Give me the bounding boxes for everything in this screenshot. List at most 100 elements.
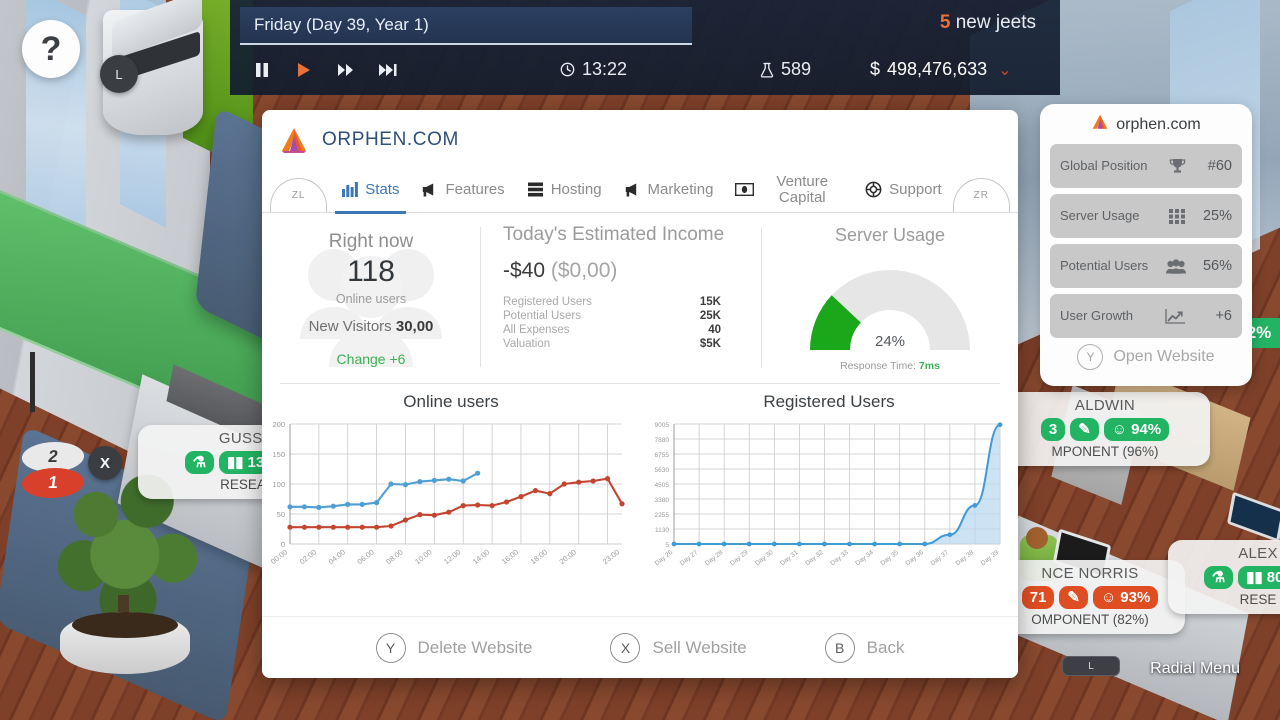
action-label: Back [866,637,905,657]
svg-text:14:00: 14:00 [471,547,491,566]
employee-task: OMPONENT (82%) [1031,612,1149,627]
svg-text:10:00: 10:00 [413,547,433,566]
response-time-value: 7ms [918,360,940,372]
svg-text:100: 100 [272,480,285,489]
svg-text:150: 150 [272,450,285,459]
svg-text:Day 33: Day 33 [829,549,850,567]
currency-symbol: $ [870,59,881,79]
card-row-server-usage: Server Usage 25% [1050,194,1242,238]
card-row-potential-users: Potential Users 56% [1050,244,1242,288]
open-website-button[interactable]: Y Open Website [1050,344,1242,370]
tab-label: Hosting [550,181,602,198]
tab-hosting[interactable]: Hosting [516,167,613,213]
sell-website-button[interactable]: X Sell Website [610,632,747,663]
panel-actions: Y Delete Website X Sell Website B Back [262,616,1018,678]
employee-task: RESE [1239,592,1277,607]
mood-pill: ☺ 93% [1092,586,1159,609]
edit-pill[interactable]: ✎ [1070,418,1099,441]
level-pill: 3 [1040,418,1066,441]
card-row-global-position: Global Position #60 [1050,144,1242,188]
tab-venture-capital[interactable]: Venture Capital [724,167,854,213]
income-amount-secondary: ($0,00) [550,258,618,282]
money-stat[interactable]: $ 498,476,633 ⌄ [870,59,1012,80]
research-pill: ⚗ [1203,566,1234,589]
shoulder-button-zl[interactable]: ZL [270,178,328,212]
x-button-badge[interactable]: X [88,446,122,480]
employee-card[interactable]: NCE NORRIS 71 ✎ ☺ 93% OMPONENT (82%) [995,560,1185,634]
button-key-y: Y [375,632,406,663]
play-button[interactable] [290,56,318,84]
svg-text:Day 34: Day 34 [854,549,875,567]
tab-marketing[interactable]: Marketing [613,167,725,213]
table-row: All Expenses 40 [503,323,743,337]
employee-name: NCE NORRIS [1041,565,1139,582]
employee-card[interactable]: ALEX ⚗ ▮▮ 80/15 RESE [1168,540,1280,614]
card-title: orphen.com [1116,115,1201,133]
speed-controls[interactable] [248,56,402,84]
chevron-down-icon[interactable]: ⌄ [998,60,1011,80]
online-users-label: Online users [335,292,407,306]
svg-text:Day 32: Day 32 [804,549,825,567]
tab-stats[interactable]: Stats [331,167,410,214]
skip-button[interactable] [374,56,402,84]
svg-text:Day 36: Day 36 [904,549,925,567]
fast-forward-button[interactable] [332,56,360,84]
card-header: orphen.com [1050,114,1242,135]
summary-row: Right now 118 Online users New Visitors … [262,213,1018,381]
back-button[interactable]: B Back [824,632,905,663]
table-row: Valuation $5K [503,337,743,351]
plant-soil [72,612,178,638]
row-value: #60 [1207,158,1232,174]
svg-text:20:00: 20:00 [558,547,578,566]
trend-up-icon [1165,308,1186,324]
new-jeets-indicator[interactable]: 5 new jeets [940,12,1036,34]
employee-card[interactable]: ALDWIN 3 ✎ ☺ 94% MPONENT (96%) [1000,392,1210,466]
server-usage-percent: 24% [874,333,906,350]
svg-text:Day 35: Day 35 [879,549,900,567]
row-label: Global Position [1060,158,1148,174]
row-label: Server Usage [1060,208,1140,224]
tab-features[interactable]: Features [410,167,515,213]
grid-dots-icon [1169,208,1186,224]
row-label: User Growth [1060,308,1133,324]
flask-icon: ⚗ [192,454,207,471]
svg-text:7880: 7880 [655,437,670,444]
shoulder-button-zr[interactable]: ZR [952,178,1010,212]
registered-users-chart: Registered Users 5 1130 2255 3380 4505 5630 67… [640,392,1018,598]
svg-text:9005: 9005 [655,422,670,429]
svg-text:1130: 1130 [655,527,669,534]
new-visitors-label: New Visitors [308,318,392,335]
row-value: $5K [699,337,721,350]
action-label: Delete Website [417,637,533,657]
smiley-icon: ☺ [1111,421,1128,438]
chart-canvas: 05010015020000:00 02:00 04:00 06:00 08:00 10:… [269,420,625,566]
employee-task: MPONENT (96%) [1051,444,1159,459]
radial-menu-key[interactable]: L [1062,656,1120,676]
action-label: Sell Website [652,637,747,657]
new-jeets-count: 5 [939,12,951,33]
help-icon[interactable]: ? [22,20,80,78]
row-value: 15K [699,295,721,308]
pause-button[interactable] [248,56,276,84]
row-value: 40 [708,323,721,336]
tab-bar: ZL Stats Features Hosting Marketing Vent… [262,167,1018,214]
trophy-icon [1169,158,1186,174]
online-users-chart: Online users 0 50 100 150 200 00:00 02:00 04:00… [262,392,640,598]
edit-pill[interactable]: ✎ [1059,586,1088,609]
l-button-badge[interactable]: L [100,55,138,93]
progress-pill: ▮▮ 80/15 [1238,566,1280,589]
mood-value: 93% [1120,589,1151,606]
level-value: 3 [1048,421,1058,438]
progress-value: 80/15 [1266,569,1280,586]
income-title: Today's Estimated Income [503,224,725,245]
delete-website-button[interactable]: Y Delete Website [375,632,533,663]
income-amount-row: -$40 ($0,00) [503,259,743,283]
tab-support[interactable]: Support [854,167,953,213]
svg-text:04:00: 04:00 [327,547,347,566]
right-now-label: Right now [328,231,414,252]
tab-label: Stats [365,181,400,198]
server-usage-title: Server Usage [834,225,946,245]
row-label: Potential Users [503,309,581,322]
flask-icon: ⚗ [1211,569,1226,586]
users-icon [1166,258,1186,274]
